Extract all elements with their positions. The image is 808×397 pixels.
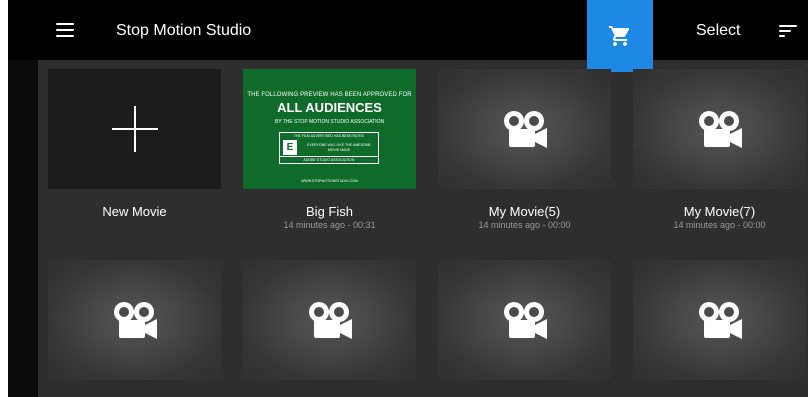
shopping-cart-icon — [609, 26, 630, 46]
rating-box: THE FILM ADVERTISED HAS BEEN RATED E EVE… — [279, 132, 379, 164]
new-movie-label: New Movie — [102, 204, 167, 219]
rating-letter: E — [283, 140, 297, 155]
film-camera-icon — [503, 302, 547, 339]
movie-card[interactable] — [48, 260, 221, 380]
film-camera-icon — [113, 302, 157, 339]
film-camera-icon — [503, 111, 547, 148]
rating-card-thumbnail: THE FOLLOWING PREVIEW HAS BEEN APPROVED … — [247, 92, 412, 183]
top-app-bar: Stop Motion Studio Select — [8, 0, 808, 72]
app-screen: Stop Motion Studio Select New Movie THE … — [8, 0, 808, 397]
movie-subtitle: 14 minutes ago - 00:00 — [673, 220, 766, 230]
movie-card-my-movie-5[interactable] — [438, 69, 611, 189]
movie-subtitle: 14 minutes ago - 00:00 — [478, 220, 571, 230]
movie-card-my-movie-7[interactable] — [633, 69, 806, 189]
film-camera-icon — [698, 302, 742, 339]
plus-icon — [111, 106, 158, 152]
sort-icon[interactable] — [779, 25, 797, 37]
film-camera-icon — [308, 302, 352, 339]
movie-title: My Movie(7) — [683, 204, 756, 219]
side-strip — [8, 60, 38, 397]
hamburger-menu-icon[interactable] — [56, 23, 74, 37]
film-camera-icon — [698, 111, 742, 148]
movie-card[interactable] — [438, 260, 611, 380]
movie-title: My Movie(5) — [488, 204, 561, 219]
movie-card-big-fish[interactable]: THE FOLLOWING PREVIEW HAS BEEN APPROVED … — [243, 69, 416, 189]
app-title: Stop Motion Studio — [116, 22, 252, 39]
movie-title: Big Fish — [306, 204, 353, 219]
new-movie-card[interactable] — [48, 69, 221, 189]
movie-grid: New Movie THE FOLLOWING PREVIEW HAS BEEN… — [38, 60, 808, 397]
movie-subtitle: 14 minutes ago - 00:31 — [283, 220, 376, 230]
select-button[interactable]: Select — [696, 22, 740, 40]
movie-card[interactable] — [633, 260, 806, 380]
movie-card[interactable] — [243, 260, 416, 380]
